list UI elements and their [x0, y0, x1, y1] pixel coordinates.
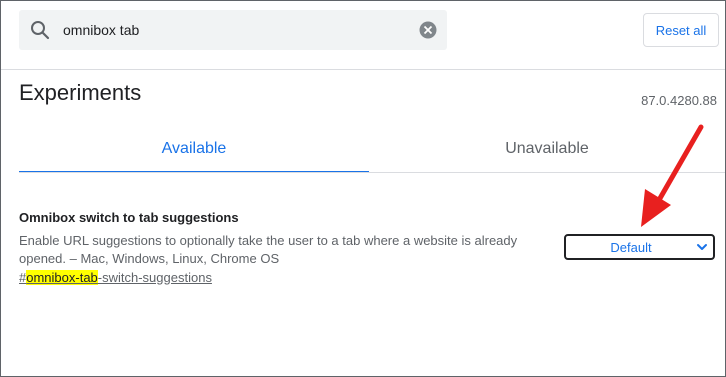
chevron-down-icon [697, 244, 707, 250]
clear-search-icon[interactable] [419, 21, 437, 39]
permalink-highlight: omnibox-tab [26, 270, 98, 285]
page-title: Experiments [19, 80, 142, 105]
experiment-item: Omnibox switch to tab suggestions Enable… [19, 209, 539, 287]
search-icon [31, 21, 50, 40]
experiment-name: Omnibox switch to tab suggestions [19, 210, 239, 225]
header-divider [1, 69, 725, 70]
reset-all-button[interactable]: Reset all [643, 13, 719, 47]
permalink-suffix: -switch-suggestions [97, 270, 212, 285]
tab-available[interactable]: Available [19, 125, 369, 173]
chrome-flags-page: Reset all Experiments 87.0.4280.88 Avail… [0, 0, 726, 377]
version-label: 87.0.4280.88 [641, 93, 717, 108]
experiment-description: Enable URL suggestions to optionally tak… [19, 233, 518, 266]
experiment-state-select[interactable]: Default [564, 234, 715, 260]
experiment-permalink[interactable]: #omnibox-tab-switch-suggestions [19, 269, 212, 287]
tab-unavailable[interactable]: Unavailable [369, 125, 725, 173]
tab-strip: Available Unavailable [19, 125, 725, 173]
search-box[interactable] [19, 10, 447, 50]
select-value: Default [610, 239, 652, 255]
header: Reset all [1, 1, 725, 61]
search-input[interactable] [63, 10, 413, 50]
tabs-divider [19, 172, 725, 173]
